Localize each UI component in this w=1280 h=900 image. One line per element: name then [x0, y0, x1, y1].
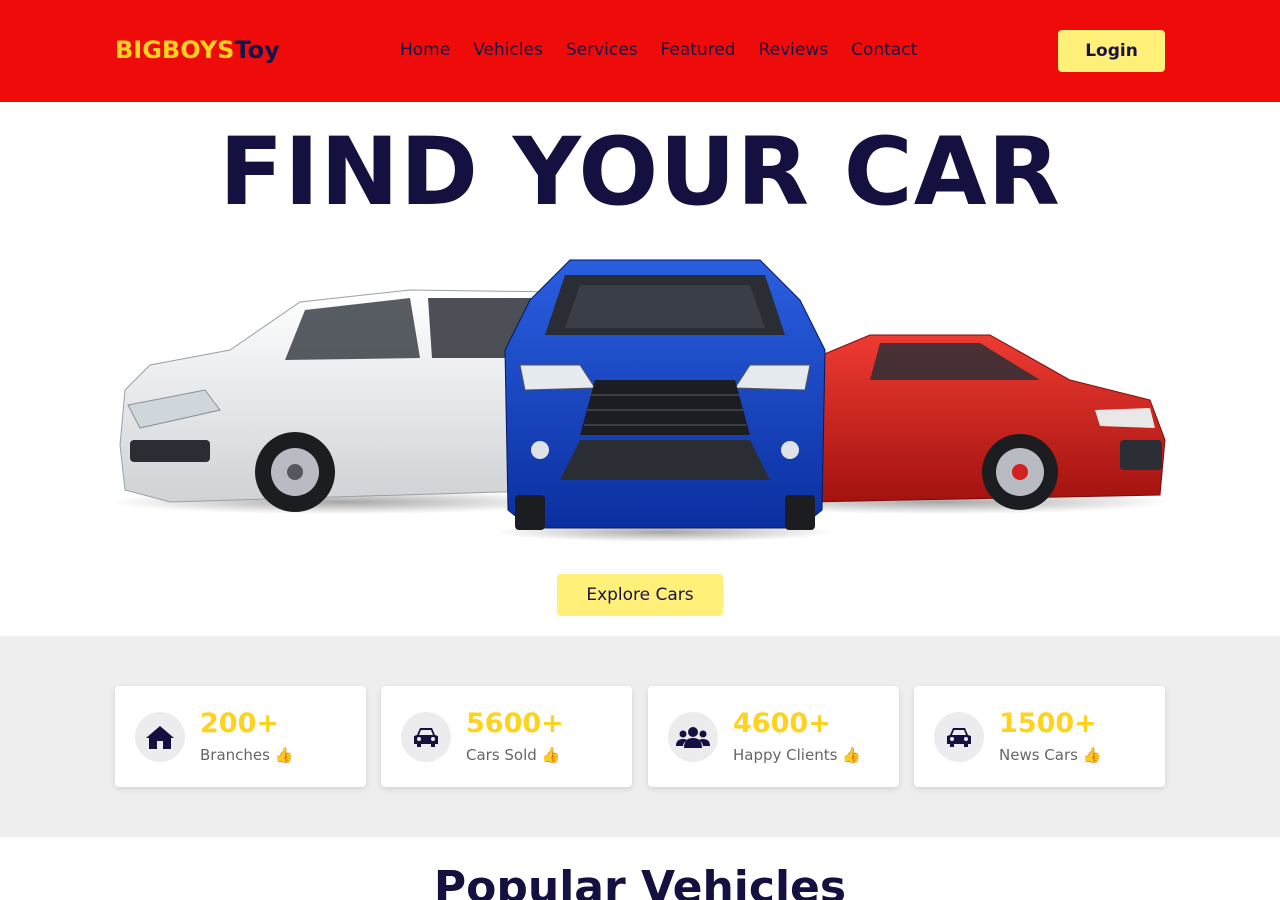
stat-label: Happy Clients 👍	[733, 746, 861, 764]
home-icon	[135, 712, 185, 762]
users-icon	[668, 712, 718, 762]
car-icon	[934, 712, 984, 762]
stat-label: Cars Sold 👍	[466, 746, 561, 764]
brand-logo[interactable]: BIGBOYSToy	[115, 35, 280, 65]
nav-link-services[interactable]: Services	[566, 38, 638, 62]
stats-section: 200+ Branches 👍 5600+ Cars Sold 👍 4600+ …	[0, 636, 1280, 837]
stat-value: 5600+	[466, 708, 564, 739]
nav-link-vehicles[interactable]: Vehicles	[473, 38, 543, 62]
stat-card-happy-clients: 4600+ Happy Clients 👍	[648, 686, 899, 787]
popular-vehicles-title: Popular Vehicles	[433, 862, 847, 900]
car-icon	[401, 712, 451, 762]
hero-cars-image	[110, 259, 1170, 542]
blue-suv	[504, 259, 826, 530]
login-button[interactable]: Login	[1058, 30, 1165, 72]
stat-value: 4600+	[733, 708, 831, 739]
stat-card-new-cars: 1500+ News Cars 👍	[914, 686, 1165, 787]
brand-logo-part1: BIGBOYS	[115, 36, 235, 64]
main-nav: Home Vehicles Services Featured Reviews …	[400, 38, 940, 62]
nav-link-reviews[interactable]: Reviews	[759, 38, 829, 62]
hero-title: FIND YOUR CAR	[219, 118, 1061, 227]
stat-value: 1500+	[999, 708, 1097, 739]
nav-link-featured[interactable]: Featured	[661, 38, 736, 62]
red-sedan	[799, 334, 1166, 510]
site-header: BIGBOYSToy Home Vehicles Services Featur…	[0, 0, 1280, 102]
nav-link-home[interactable]: Home	[400, 38, 450, 62]
stat-label: Branches 👍	[200, 746, 294, 764]
stat-label: News Cars 👍	[999, 746, 1102, 764]
explore-cars-button[interactable]: Explore Cars	[557, 574, 723, 616]
brand-logo-part2: Toy	[234, 36, 280, 64]
stat-value: 200+	[200, 708, 279, 739]
stat-card-cars-sold: 5600+ Cars Sold 👍	[381, 686, 632, 787]
nav-link-contact[interactable]: Contact	[851, 38, 917, 62]
stat-card-branches: 200+ Branches 👍	[115, 686, 366, 787]
